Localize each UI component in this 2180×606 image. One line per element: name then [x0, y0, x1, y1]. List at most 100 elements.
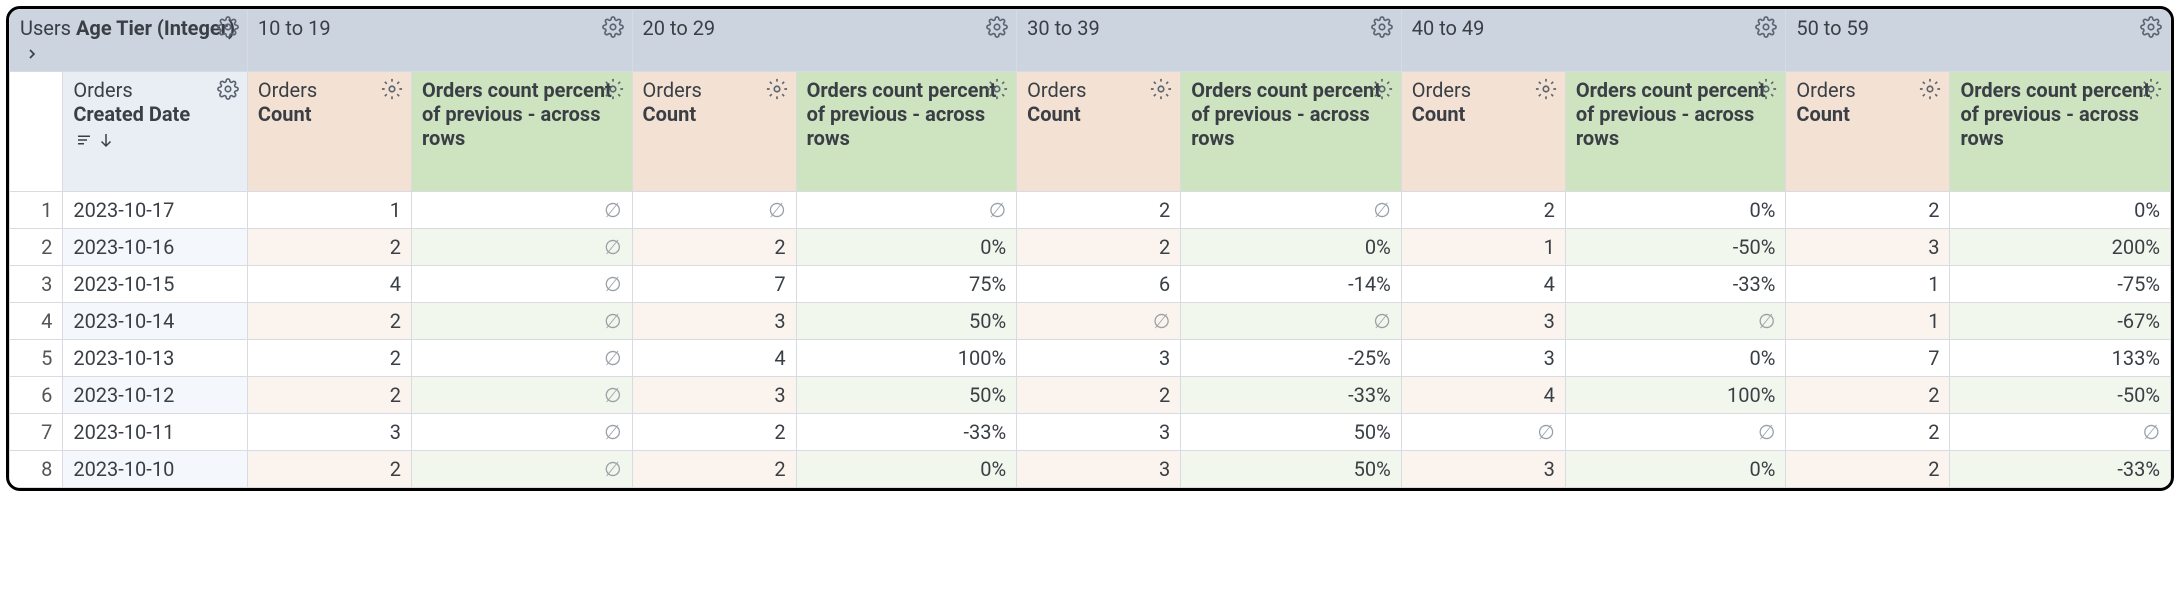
- count-cell[interactable]: 2: [1786, 377, 1950, 414]
- percent-cell[interactable]: 133%: [1950, 340, 2171, 377]
- count-cell[interactable]: 3: [1017, 451, 1181, 488]
- count-cell[interactable]: 4: [1401, 266, 1565, 303]
- percent-cell[interactable]: ∅: [412, 266, 633, 303]
- count-cell[interactable]: 2: [632, 414, 796, 451]
- percent-cell[interactable]: ∅: [1181, 192, 1402, 229]
- count-cell[interactable]: 3: [632, 377, 796, 414]
- percent-cell[interactable]: 0%: [796, 451, 1017, 488]
- count-cell[interactable]: 3: [1401, 451, 1565, 488]
- gear-icon[interactable]: [217, 16, 239, 38]
- count-cell[interactable]: 2: [632, 451, 796, 488]
- percent-cell[interactable]: ∅: [412, 451, 633, 488]
- percent-cell[interactable]: ∅: [412, 229, 633, 266]
- pivot-group-header[interactable]: 50 to 59: [1786, 10, 2171, 72]
- count-column-header[interactable]: Orders Count: [1401, 72, 1565, 192]
- count-cell[interactable]: 1: [247, 192, 411, 229]
- percent-cell[interactable]: 100%: [1565, 377, 1786, 414]
- count-cell[interactable]: 3: [632, 303, 796, 340]
- count-cell[interactable]: 2: [247, 340, 411, 377]
- percent-cell[interactable]: ∅: [1950, 414, 2171, 451]
- count-cell[interactable]: 4: [1401, 377, 1565, 414]
- percent-cell[interactable]: -75%: [1950, 266, 2171, 303]
- percent-cell[interactable]: -50%: [1565, 229, 1786, 266]
- count-cell[interactable]: 4: [247, 266, 411, 303]
- count-cell[interactable]: 1: [1786, 303, 1950, 340]
- percent-cell[interactable]: 100%: [796, 340, 1017, 377]
- count-cell[interactable]: 2: [247, 229, 411, 266]
- percent-cell[interactable]: ∅: [796, 192, 1017, 229]
- gear-icon[interactable]: [766, 78, 788, 100]
- count-cell[interactable]: 1: [1786, 266, 1950, 303]
- gear-icon[interactable]: [986, 16, 1008, 38]
- percent-column-header[interactable]: Orders count percent of previous - acros…: [1565, 72, 1786, 192]
- count-column-header[interactable]: Orders Count: [247, 72, 411, 192]
- percent-cell[interactable]: 0%: [796, 229, 1017, 266]
- date-cell[interactable]: 2023-10-12: [63, 377, 248, 414]
- pivot-group-header[interactable]: 10 to 19: [247, 10, 632, 72]
- count-cell[interactable]: 2: [1017, 192, 1181, 229]
- date-cell[interactable]: 2023-10-11: [63, 414, 248, 451]
- percent-cell[interactable]: ∅: [1565, 303, 1786, 340]
- count-cell[interactable]: 2: [247, 377, 411, 414]
- percent-cell[interactable]: 0%: [1565, 451, 1786, 488]
- count-cell[interactable]: ∅: [1401, 414, 1565, 451]
- percent-column-header[interactable]: Orders count percent of previous - acros…: [412, 72, 633, 192]
- count-cell[interactable]: 3: [1017, 414, 1181, 451]
- percent-cell[interactable]: -50%: [1950, 377, 2171, 414]
- percent-cell[interactable]: ∅: [1565, 414, 1786, 451]
- percent-cell[interactable]: 75%: [796, 266, 1017, 303]
- gear-icon[interactable]: [1371, 16, 1393, 38]
- count-cell[interactable]: 2: [1786, 451, 1950, 488]
- percent-cell[interactable]: 50%: [1181, 414, 1402, 451]
- gear-icon[interactable]: [1371, 78, 1393, 100]
- date-cell[interactable]: 2023-10-14: [63, 303, 248, 340]
- percent-cell[interactable]: -33%: [1181, 377, 1402, 414]
- count-cell[interactable]: 2: [247, 303, 411, 340]
- count-cell[interactable]: 2: [1401, 192, 1565, 229]
- count-cell[interactable]: 3: [1786, 229, 1950, 266]
- count-cell[interactable]: 3: [247, 414, 411, 451]
- gear-icon[interactable]: [1150, 78, 1172, 100]
- count-cell[interactable]: 2: [1786, 192, 1950, 229]
- count-cell[interactable]: 2: [1017, 229, 1181, 266]
- percent-cell[interactable]: 200%: [1950, 229, 2171, 266]
- percent-cell[interactable]: ∅: [1181, 303, 1402, 340]
- percent-cell[interactable]: -33%: [1565, 266, 1786, 303]
- count-cell[interactable]: ∅: [1017, 303, 1181, 340]
- gear-icon[interactable]: [1535, 78, 1557, 100]
- date-cell[interactable]: 2023-10-15: [63, 266, 248, 303]
- pivot-field-header[interactable]: Users Age Tier (Integer): [10, 10, 248, 72]
- percent-cell[interactable]: -33%: [796, 414, 1017, 451]
- percent-cell[interactable]: 50%: [796, 377, 1017, 414]
- percent-cell[interactable]: -67%: [1950, 303, 2171, 340]
- count-cell[interactable]: 2: [247, 451, 411, 488]
- count-cell[interactable]: 3: [1401, 303, 1565, 340]
- percent-cell[interactable]: 50%: [796, 303, 1017, 340]
- date-cell[interactable]: 2023-10-13: [63, 340, 248, 377]
- percent-cell[interactable]: ∅: [412, 303, 633, 340]
- date-cell[interactable]: 2023-10-16: [63, 229, 248, 266]
- sort-controls[interactable]: [75, 131, 115, 149]
- count-cell[interactable]: 2: [632, 229, 796, 266]
- count-cell[interactable]: 6: [1017, 266, 1181, 303]
- date-cell[interactable]: 2023-10-10: [63, 451, 248, 488]
- pivot-group-header[interactable]: 20 to 29: [632, 10, 1017, 72]
- percent-cell[interactable]: 0%: [1565, 340, 1786, 377]
- count-column-header[interactable]: Orders Count: [1786, 72, 1950, 192]
- count-cell[interactable]: 7: [632, 266, 796, 303]
- gear-icon[interactable]: [217, 78, 239, 100]
- percent-cell[interactable]: 0%: [1565, 192, 1786, 229]
- percent-cell[interactable]: ∅: [412, 192, 633, 229]
- percent-cell[interactable]: ∅: [412, 340, 633, 377]
- date-column-header[interactable]: Orders Created Date: [63, 72, 248, 192]
- count-cell[interactable]: ∅: [632, 192, 796, 229]
- pivot-group-header[interactable]: 40 to 49: [1401, 10, 1786, 72]
- percent-cell[interactable]: -14%: [1181, 266, 1402, 303]
- count-cell[interactable]: 3: [1401, 340, 1565, 377]
- count-column-header[interactable]: Orders Count: [632, 72, 796, 192]
- percent-cell[interactable]: 0%: [1950, 192, 2171, 229]
- count-cell[interactable]: 7: [1786, 340, 1950, 377]
- gear-icon[interactable]: [2140, 78, 2162, 100]
- date-cell[interactable]: 2023-10-17: [63, 192, 248, 229]
- gear-icon[interactable]: [1755, 16, 1777, 38]
